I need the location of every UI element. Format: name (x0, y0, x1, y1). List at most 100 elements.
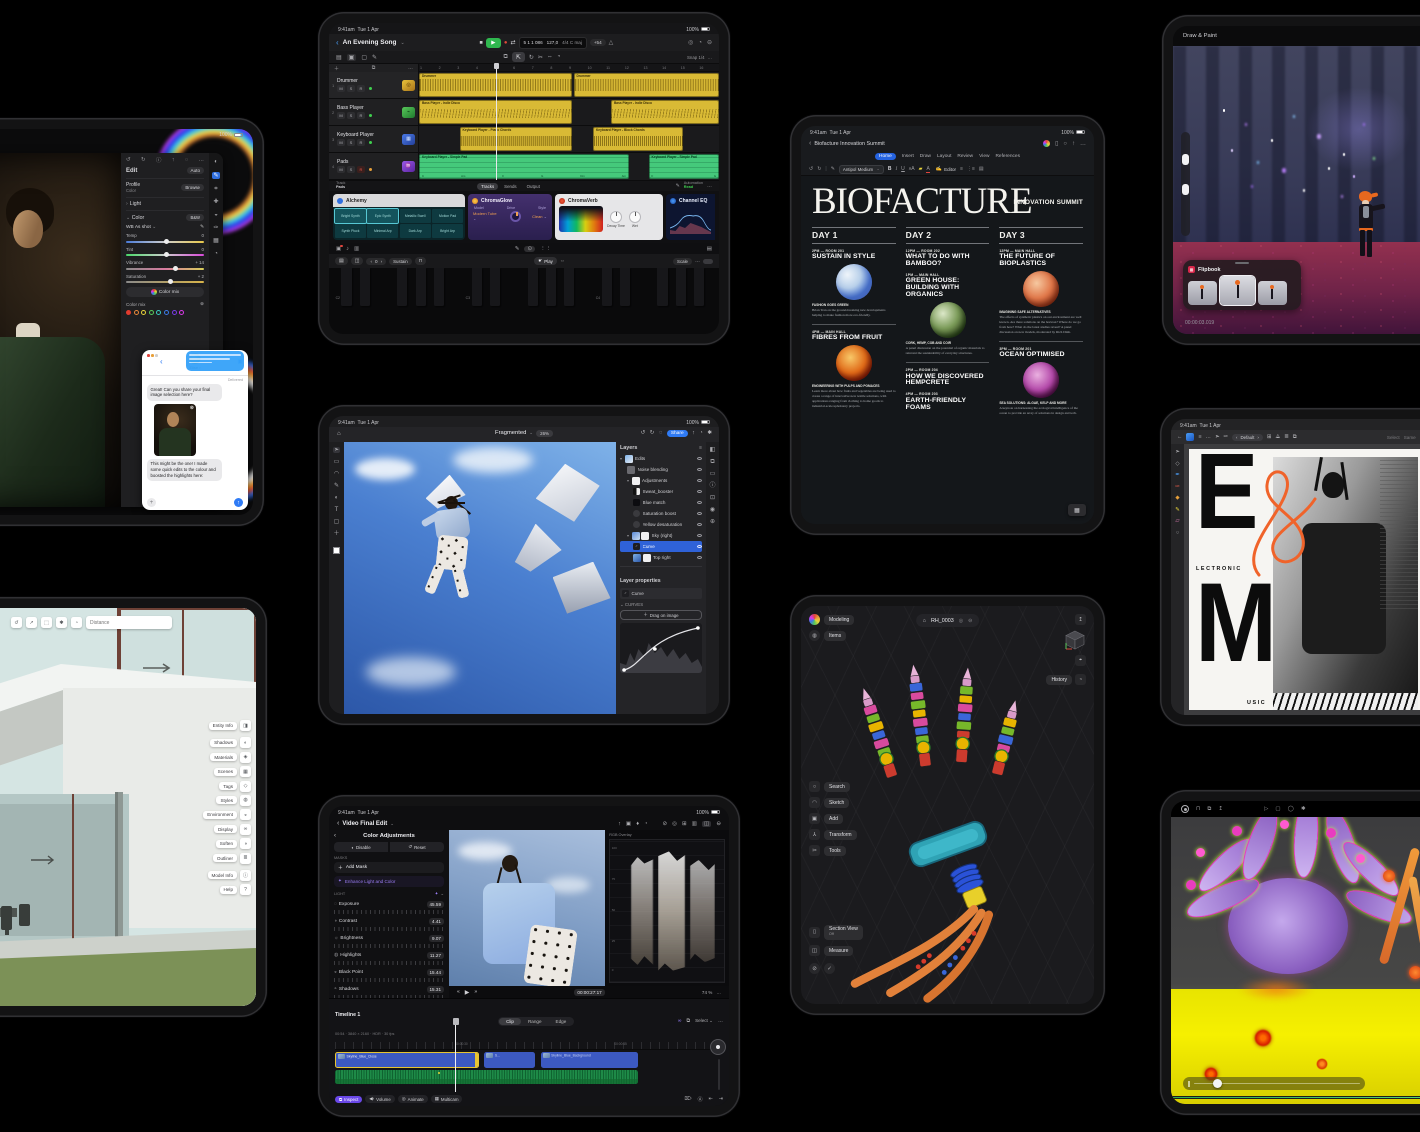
keyboard-mode-icon[interactable]: ⊙ (524, 246, 535, 252)
brush-tool-icon[interactable]: ✎ (334, 483, 339, 489)
zoom-tool-icon[interactable]: ○ (1176, 530, 1179, 536)
info-icon[interactable]: ⓘ (709, 483, 715, 489)
move-tool-icon[interactable]: ➣ (1175, 449, 1180, 455)
split-tool-icon[interactable]: ✂ (538, 54, 543, 61)
automation-mode[interactable]: Read (684, 185, 693, 189)
tags-button[interactable]: Tags◇ (219, 781, 251, 792)
design-palette-icon[interactable] (1043, 140, 1050, 147)
flip-icon[interactable]: ⟁ (1275, 434, 1280, 441)
track-header-drummer[interactable]: 1 Drummer M S R ◎ (329, 72, 418, 99)
document-page[interactable]: BIOFACTURE INNOVATION SUMMIT DAY 1 2PM —… (801, 176, 1094, 524)
window-close-dot[interactable] (147, 354, 150, 357)
alchemy-pad[interactable]: Synth Pluck (335, 224, 366, 238)
share-button[interactable]: Share (667, 430, 688, 437)
grid-icon[interactable]: ⊞ (682, 821, 687, 827)
play-button[interactable]: ▶ (465, 989, 470, 996)
history-clock-icon[interactable]: ◔ (1075, 674, 1086, 685)
pads-mode-icon[interactable]: ⋮⋮ (540, 246, 551, 252)
visibility-eye-icon[interactable] (697, 457, 702, 460)
share-icon[interactable]: ↑ (1072, 141, 1075, 147)
loop-tool-icon[interactable]: ↻ (529, 54, 534, 61)
slider-knob[interactable] (168, 279, 173, 284)
tab-home[interactable]: Home (875, 153, 896, 160)
mute-button[interactable]: M (337, 166, 345, 173)
move-tool-icon[interactable]: ➣ (333, 447, 341, 453)
layer-row[interactable]: ▾ Edits (620, 453, 702, 464)
hide-icon[interactable]: ⊘ (809, 963, 820, 974)
more-icon[interactable]: … (198, 157, 204, 163)
piano-black-key[interactable] (657, 268, 667, 306)
param-slider[interactable] (334, 910, 444, 914)
axis-lock-icon[interactable]: ⌖ (1075, 655, 1086, 666)
metronome-icon[interactable]: △ (609, 39, 614, 46)
color-swatch-orange[interactable] (134, 310, 139, 315)
drive-knob[interactable] (510, 211, 521, 222)
back-icon[interactable]: ‹ (336, 38, 339, 47)
settings-gear-icon[interactable]: ✱ (56, 617, 67, 628)
photo-canvas[interactable] (0, 153, 121, 507)
color-swatch-blue[interactable] (164, 310, 169, 315)
project-title[interactable]: An Evening Song (343, 39, 397, 46)
auto-button[interactable]: Auto (187, 167, 204, 174)
comments-icon[interactable]: ▭ (710, 471, 716, 477)
viewer-icon[interactable]: ▥ (692, 821, 697, 827)
mic-icon[interactable]: ♦ (636, 821, 639, 827)
visibility-eye-icon[interactable] (697, 490, 702, 493)
piano-black-key[interactable] (564, 268, 574, 306)
measure-button[interactable]: ◫Measure (809, 945, 863, 956)
highlight-button[interactable]: ▰ (919, 166, 923, 172)
add-tool-icon[interactable]: ＋ (333, 531, 339, 537)
color-swatch-green[interactable] (149, 310, 154, 315)
copy-icon[interactable]: ⧉ (504, 54, 508, 61)
notifications-icon[interactable]: ◔ (71, 617, 82, 628)
jog-wheel[interactable] (710, 1039, 726, 1055)
more-icon[interactable]: … (1206, 434, 1211, 440)
editor-view-icon[interactable]: ▣ (347, 54, 357, 61)
photo-attachment[interactable]: ⊗ (154, 404, 196, 456)
add-mask-button[interactable]: ＋Add Mask (334, 862, 444, 873)
healing-icon[interactable]: ✚ (213, 199, 218, 205)
timer-icon[interactable]: ◔ (644, 821, 647, 827)
tab-range[interactable]: Range (521, 1018, 549, 1025)
piano-black-key[interactable] (341, 268, 351, 306)
display-button[interactable]: Display∞ (214, 824, 251, 835)
doc-title[interactable]: Biofacture Innovation Summit (814, 141, 884, 147)
trash-icon[interactable]: ⌦ (685, 1096, 692, 1102)
shadows-button[interactable]: Shadows◐ (210, 737, 251, 748)
same-label[interactable]: Same (1404, 435, 1416, 440)
redo-icon[interactable]: ↻ (650, 430, 655, 436)
model-info-button[interactable]: Model Infoⓘ (208, 870, 251, 881)
plugin-channel-eq[interactable]: Channel EQ (666, 194, 715, 240)
color-swatch-yellow[interactable] (141, 310, 146, 315)
crop-icon[interactable]: ⌗ (214, 186, 217, 192)
sustain-button[interactable]: Sustain (389, 258, 412, 265)
snap-value[interactable]: 1/4 (699, 55, 705, 60)
render-viewport[interactable] (1171, 817, 1420, 1104)
slider-track[interactable] (126, 254, 204, 256)
video-viewer[interactable] (449, 830, 605, 986)
redo-icon[interactable]: ↻ (817, 166, 821, 172)
browser-view-icon[interactable]: ▢ (361, 54, 367, 61)
mobile-view-icon[interactable]: ▯ (1055, 140, 1058, 147)
paintbrush-icon[interactable]: ✎ (831, 166, 835, 172)
cloud-sync-icon[interactable]: ◌ (185, 157, 188, 163)
disable-clip-icon[interactable]: ⊘ (662, 821, 667, 827)
visibility-icon[interactable]: ◎ (959, 618, 963, 624)
audition-icon[interactable]: Ⓐ (698, 1096, 703, 1103)
color-swatch-purple[interactable] (172, 310, 177, 315)
alchemy-pad[interactable]: Metallic Swell (400, 209, 431, 223)
eraser-tool-icon[interactable]: ▱ (1175, 518, 1179, 524)
arrange-area[interactable]: 12345678910111213141516 Drummer Drummer … (419, 64, 719, 180)
animate-button[interactable]: ◎Animate (398, 1095, 428, 1103)
velocity-toggle[interactable] (703, 259, 713, 264)
styles-button[interactable]: Styles◍ (216, 795, 251, 806)
render-settings-icon[interactable]: ✱ (1301, 806, 1306, 812)
layers-icon[interactable]: ⧉ (1207, 806, 1211, 813)
audio-rec-icon[interactable]: ▣ (336, 246, 341, 252)
share-icon[interactable]: ↑ (618, 821, 621, 827)
home-icon[interactable]: ⌂ (337, 431, 341, 437)
back-icon[interactable]: ‹ (160, 358, 163, 366)
drag-on-image-button[interactable]: ＋Drag on image (620, 610, 702, 620)
piano-black-key[interactable] (694, 268, 704, 306)
chevron-down-icon[interactable]: ⌄ (440, 891, 444, 897)
